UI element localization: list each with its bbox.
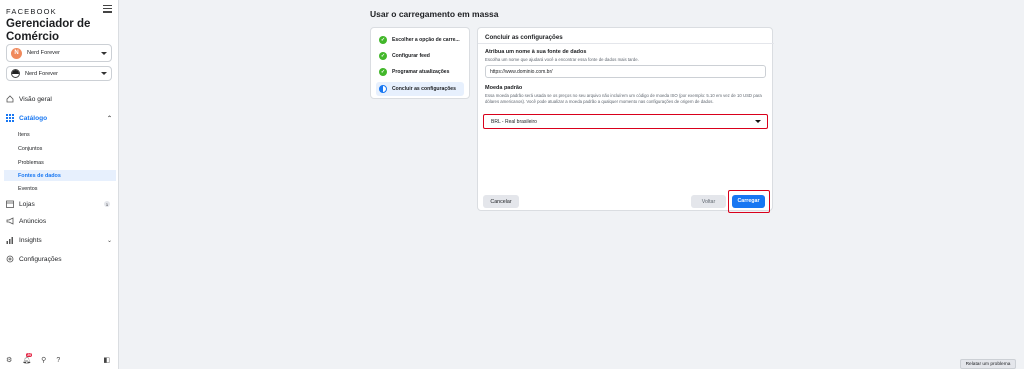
sidebar-subitem-items[interactable]: Itens xyxy=(4,129,116,140)
search-icon[interactable]: ⚲ xyxy=(41,356,46,364)
sidebar-subitem-events[interactable]: Eventos xyxy=(4,183,116,194)
sidebar-item-label: Visão geral xyxy=(19,95,52,103)
chevron-down-icon xyxy=(755,120,761,123)
check-icon: ✓ xyxy=(379,52,387,61)
bell-icon[interactable]: 🔔︎ 20 xyxy=(22,353,33,364)
steps-panel: ✓ Escolher a opção de carre... ✓ Configu… xyxy=(370,27,470,99)
settings-form: Concluir as configurações Atribua um nom… xyxy=(477,27,774,213)
currency-value: BRL - Real brasileiro xyxy=(491,118,537,125)
sidebar: FACEBOOK Gerenciador de Comércio N Nerd … xyxy=(0,0,119,369)
chevron-up-icon: ⌃ xyxy=(106,115,112,122)
sidebar-item-label: Catálogo xyxy=(19,114,48,122)
gear-icon[interactable]: ⚙ xyxy=(6,356,12,364)
sidebar-item-stores[interactable]: Lojas 1 xyxy=(6,200,112,208)
currency-select[interactable]: BRL - Real brasileiro xyxy=(483,114,768,129)
menu-icon[interactable] xyxy=(103,5,112,13)
sidebar-footer: ⚙ 🔔︎ 20 ⚲ ? xyxy=(6,353,112,364)
sidebar-item-label: Lojas xyxy=(19,200,35,208)
account-avatar: N xyxy=(11,47,22,59)
sidebar-subitem-data-sources[interactable]: Fontes de dados xyxy=(4,170,116,181)
check-icon: ✓ xyxy=(379,68,387,77)
megaphone-icon xyxy=(6,217,14,225)
upload-button[interactable]: Carregar xyxy=(732,194,765,208)
check-icon: ✓ xyxy=(379,36,387,44)
grid-icon xyxy=(6,114,14,122)
name-help-text: Escolha um nome que ajudará você a encon… xyxy=(485,57,639,62)
report-problem-button[interactable]: Relatar um problema xyxy=(960,359,1016,369)
sidebar-item-settings[interactable]: Configurações xyxy=(6,255,112,263)
page-avatar xyxy=(11,69,20,78)
store-icon xyxy=(6,200,14,208)
divider xyxy=(478,43,774,44)
chevron-down-icon: ⌄ xyxy=(106,237,112,244)
step-configure-feed[interactable]: ✓ Configurar feed xyxy=(376,49,464,63)
account-name: Nerd Forever xyxy=(27,50,60,56)
sidebar-subitem-problems[interactable]: Problemas xyxy=(4,157,116,168)
brand-logo: FACEBOOK xyxy=(6,7,57,16)
step-label: Programar atualizações xyxy=(392,69,450,76)
notification-badge: 20 xyxy=(26,353,33,357)
sidebar-item-catalog[interactable]: Catálogo ⌃ xyxy=(6,114,112,122)
step-label: Configurar feed xyxy=(392,53,430,60)
page-name: Nerd Forever xyxy=(25,70,58,77)
app-title: Gerenciador de Comércio xyxy=(6,18,91,43)
sidebar-item-label: Configurações xyxy=(19,255,62,263)
sidebar-item-label: Anúncios xyxy=(19,217,47,225)
currency-label: Moeda padrão xyxy=(485,85,523,91)
home-icon xyxy=(6,95,14,103)
page-title: Usar o carregamento em massa xyxy=(370,9,499,19)
sidebar-item-insights[interactable]: Insights ⌄ xyxy=(6,236,112,244)
step-finish-settings[interactable]: Concluir as configurações xyxy=(376,81,464,96)
step-choose-option[interactable]: ✓ Escolher a opção de carre... xyxy=(376,33,464,47)
data-source-name-input[interactable]: https://www.dominio.com.br/ xyxy=(485,65,766,78)
currency-help-text: Essa moeda padrão será usada se os preço… xyxy=(485,93,762,104)
in-progress-icon xyxy=(379,84,387,93)
help-icon[interactable]: ? xyxy=(56,357,60,364)
back-button[interactable]: Voltar xyxy=(691,195,726,208)
sidebar-item-overview[interactable]: Visão geral xyxy=(6,95,112,103)
chevron-down-icon xyxy=(101,72,107,75)
name-label: Atribua um nome à sua fonte de dados xyxy=(485,49,587,55)
chevron-down-icon xyxy=(101,51,107,55)
upload-highlight: Carregar xyxy=(728,190,770,213)
collapse-panel-icon[interactable]: ◧ xyxy=(103,356,110,364)
sidebar-subitem-sets[interactable]: Conjuntos xyxy=(4,143,116,154)
business-account-selector[interactable]: N Nerd Forever xyxy=(6,44,112,62)
step-schedule-updates[interactable]: ✓ Programar atualizações xyxy=(376,65,464,79)
form-title: Concluir as configurações xyxy=(485,34,563,41)
step-label: Escolher a opção de carre... xyxy=(392,37,460,43)
bar-chart-icon xyxy=(6,236,14,244)
sidebar-item-ads[interactable]: Anúncios xyxy=(6,217,112,225)
stores-count-badge: 1 xyxy=(104,201,110,207)
page-selector[interactable]: Nerd Forever xyxy=(6,66,112,81)
step-label: Concluir as configurações xyxy=(392,85,456,92)
sidebar-item-label: Insights xyxy=(19,236,42,244)
cancel-button[interactable]: Cancelar xyxy=(483,195,519,208)
gear-icon xyxy=(6,255,14,263)
